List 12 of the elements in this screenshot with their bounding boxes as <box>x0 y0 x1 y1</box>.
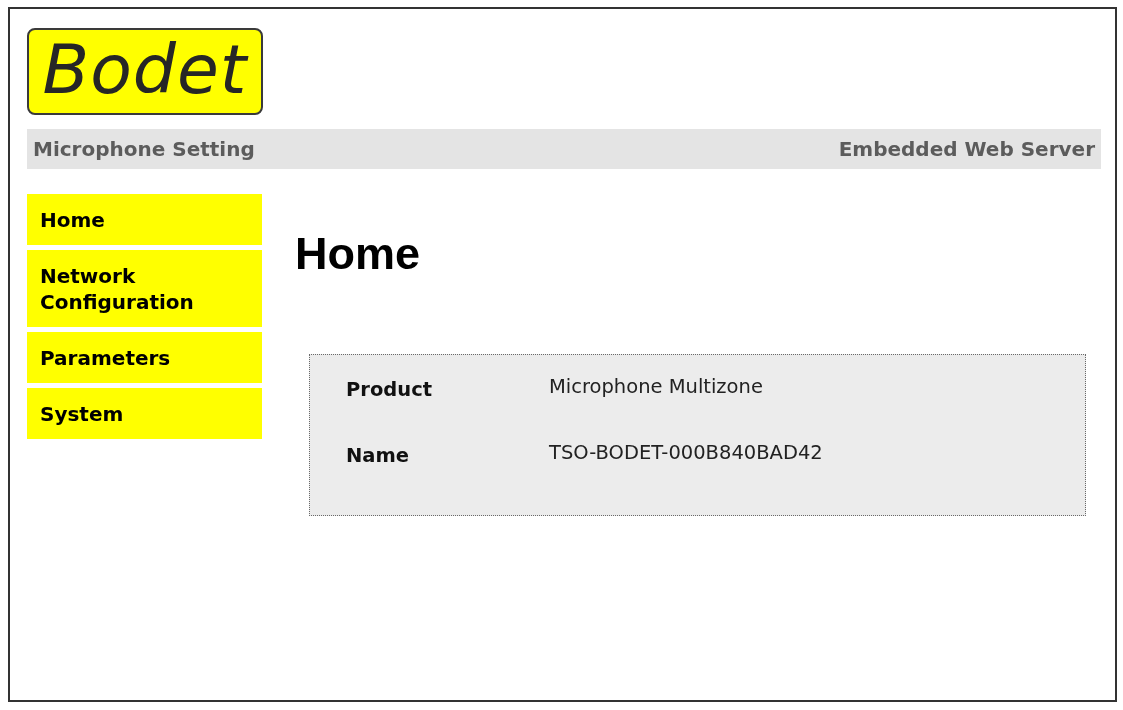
brand-logo: Bodet <box>27 28 263 115</box>
app-title: Microphone Setting <box>33 136 255 163</box>
server-label: Embedded Web Server <box>838 136 1095 163</box>
field-label: Name <box>346 444 411 468</box>
field-value: TSO-BODET-000B840BAD42 <box>549 441 823 465</box>
field-label: Product <box>346 378 434 402</box>
nav-link[interactable]: Network Configuration <box>27 250 262 327</box>
field-value: Microphone Multizone <box>549 375 763 399</box>
nav-link[interactable]: Home <box>27 194 262 245</box>
nav-link[interactable]: Parameters <box>27 332 262 383</box>
page-heading: Home <box>295 231 421 276</box>
nav-link[interactable]: System <box>27 388 262 439</box>
